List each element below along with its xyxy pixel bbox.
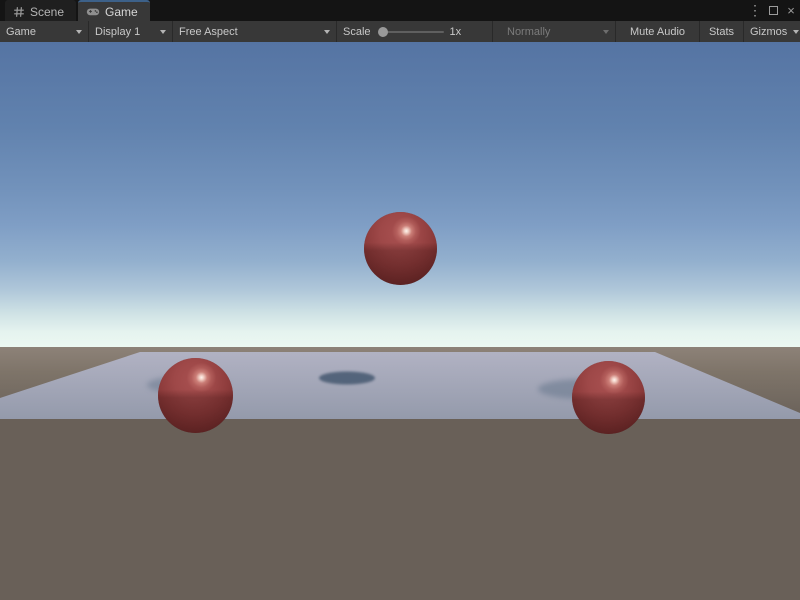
mute-audio-label: Mute Audio: [630, 26, 685, 38]
tab-game-label: Game: [105, 5, 138, 19]
scale-control: Scale 1x: [337, 21, 493, 42]
ground-plane: [0, 352, 800, 419]
aspect-ratio-label: Free Aspect: [179, 26, 238, 38]
stats-label: Stats: [709, 26, 734, 38]
scale-slider[interactable]: [378, 21, 446, 42]
display-dropdown[interactable]: Display 1: [89, 21, 173, 42]
sphere-surface: [572, 361, 645, 434]
mute-audio-button[interactable]: Mute Audio: [616, 21, 700, 42]
game-view-toolbar: Game Display 1 Free Aspect Scale 1x Norm…: [0, 21, 800, 42]
shadow-center-sphere: [319, 372, 375, 385]
red-sphere-center: [364, 212, 437, 285]
tab-bar: Scene Game ⋮ ×: [0, 0, 800, 21]
slider-track[interactable]: [382, 31, 444, 33]
chevron-down-icon: [324, 30, 330, 34]
gamepad-icon: [86, 6, 100, 17]
scale-label: Scale: [343, 26, 371, 38]
gizmos-label: Gizmos: [750, 26, 787, 38]
view-mode-dropdown[interactable]: Game: [0, 21, 89, 42]
aspect-ratio-dropdown[interactable]: Free Aspect: [173, 21, 337, 42]
unity-game-window: Scene Game ⋮ × Game Display 1 Free: [0, 0, 800, 600]
sphere-surface: [158, 358, 233, 433]
scale-value: 1x: [450, 26, 462, 38]
red-sphere-right: [572, 361, 645, 434]
play-mode-dropdown: Normally: [493, 21, 616, 42]
maximize-icon[interactable]: [764, 0, 782, 21]
chevron-down-icon: [793, 30, 799, 34]
close-icon[interactable]: ×: [782, 0, 800, 21]
tab-game[interactable]: Game: [78, 0, 150, 21]
tabbar-spacer: [150, 0, 746, 21]
gizmos-dropdown[interactable]: Gizmos: [744, 21, 800, 42]
sphere-surface: [364, 212, 437, 285]
chevron-down-icon: [76, 30, 82, 34]
red-sphere-left: [158, 358, 233, 433]
chevron-down-icon: [160, 30, 166, 34]
stats-button[interactable]: Stats: [700, 21, 744, 42]
game-viewport[interactable]: [0, 42, 800, 600]
tab-scene-label: Scene: [30, 5, 64, 19]
ground-plane-and-shadows: [0, 42, 800, 600]
play-mode-label: Normally: [507, 26, 550, 38]
kebab-menu-icon[interactable]: ⋮: [746, 0, 764, 21]
tab-scene[interactable]: Scene: [5, 0, 76, 21]
chevron-down-icon: [603, 30, 609, 34]
slider-knob[interactable]: [378, 27, 388, 37]
display-label: Display 1: [95, 26, 140, 38]
grid-icon: [13, 6, 25, 18]
view-mode-label: Game: [6, 26, 36, 38]
